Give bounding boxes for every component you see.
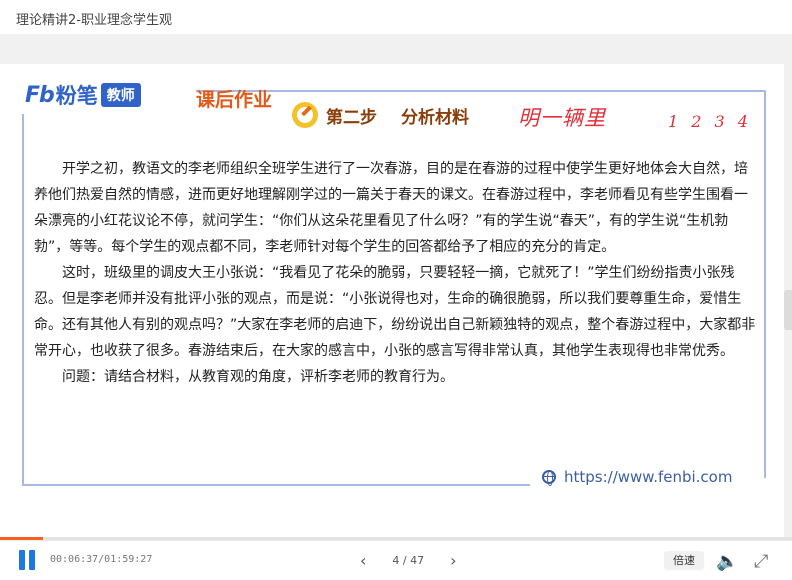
url-text: https://www.fenbi.com [564, 468, 733, 486]
fullscreen-icon[interactable]: ⤢ [754, 551, 768, 572]
pause-button[interactable] [17, 550, 37, 570]
frame-border-top [196, 90, 766, 92]
player-controls: 00:06:37/01:59:27 ‹ 4 / 47 › 倍速 🔈 ⤢ [0, 540, 792, 580]
paragraph: 开学之初，教语文的李老师组织全班学生进行了一次春游，目的是在春游的过程中使学生更… [34, 161, 748, 255]
logo-brand: 粉笔 [55, 84, 98, 108]
page-navigator: ‹ 4 / 47 › [354, 551, 463, 570]
website-url: https://www.fenbi.com [542, 468, 732, 486]
handwriting-numbers: 1 2 3 4 [668, 112, 752, 131]
paragraph: 这时，班级里的调皮大王小张说：“我看见了花朵的脆弱，只要轻轻一摘，它就死了！”学… [34, 265, 756, 359]
step-header: 第二步 分析材料 [292, 102, 469, 128]
step-label: 第二步 [326, 107, 377, 128]
slide-canvas: Fb 粉笔 教师 课后作业 第二步 分析材料 明一辆里 1 2 3 4 开学之初… [0, 64, 784, 512]
question: 问题：请结合材料，从教育观的角度，评析李老师的教育行为。 [62, 369, 454, 385]
frame-border-right [764, 90, 766, 478]
next-slide-tab[interactable] [784, 290, 792, 330]
logo-badge: 教师 [100, 83, 141, 107]
lesson-title: 理论精讲2-职业理念学生观 [16, 13, 172, 28]
material-text: 开学之初，教语文的李老师组织全班学生进行了一次春游，目的是在春游的过程中使学生更… [34, 156, 756, 390]
next-page-button[interactable]: › [444, 551, 462, 570]
time-display: 00:06:37/01:59:27 [50, 554, 153, 565]
prev-page-button[interactable]: ‹ [354, 551, 372, 570]
speed-button[interactable]: 倍速 [664, 551, 704, 570]
title-bar: 理论精讲2-职业理念学生观 [0, 0, 792, 34]
pencil-icon [292, 102, 318, 128]
page-indicator: 4 / 47 [392, 554, 425, 567]
step-title: 分析材料 [401, 107, 469, 128]
volume-icon[interactable]: 🔈 [716, 551, 738, 572]
homework-title: 课后作业 [196, 89, 273, 111]
top-margin [0, 34, 792, 64]
fenbi-logo: Fb 粉笔 教师 [25, 80, 141, 110]
handwriting-annotation: 明一辆里 [518, 106, 606, 130]
frame-border-bottom [22, 484, 530, 486]
globe-icon [542, 470, 556, 486]
frame-border-left [22, 114, 24, 486]
logo-mark: Fb [25, 82, 55, 108]
